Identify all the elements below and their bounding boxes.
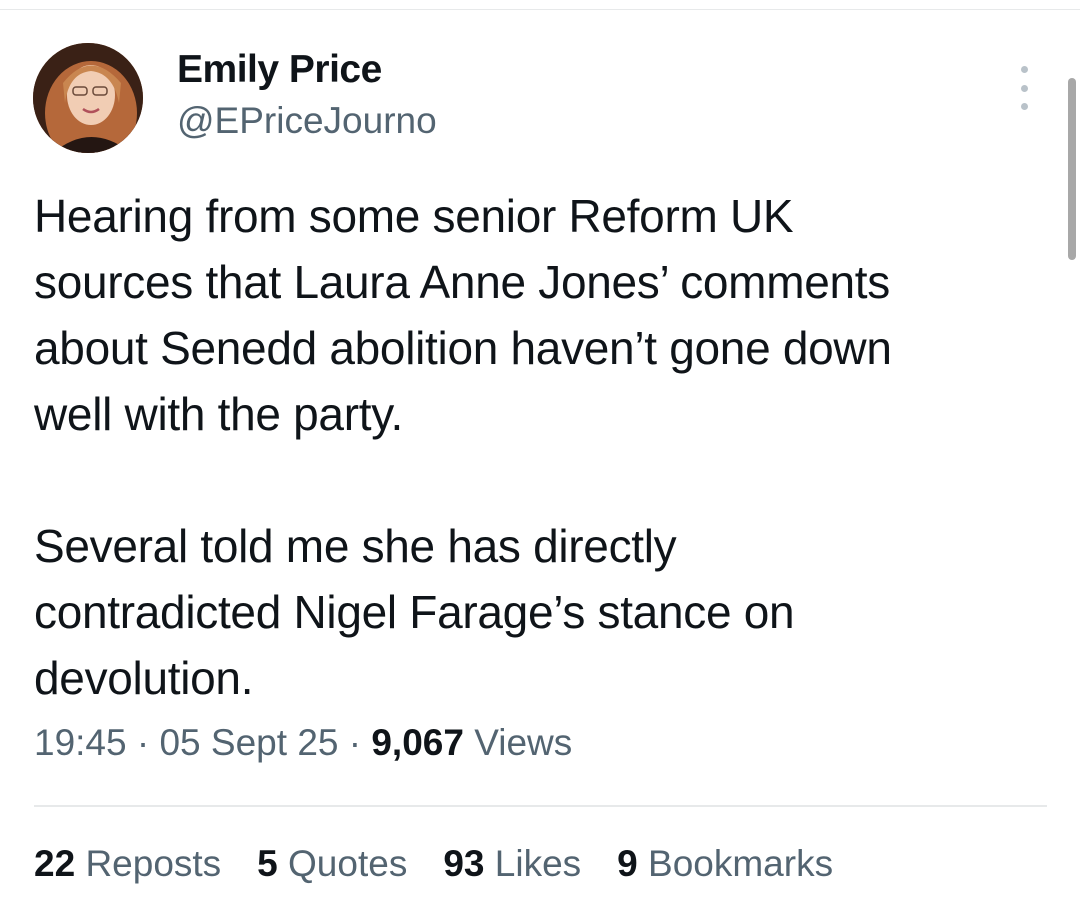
more-options-button[interactable] — [1010, 66, 1038, 110]
engagement-stats: 22 Reposts 5 Quotes 93 Likes 9 Bookmarks — [34, 843, 869, 885]
stats-divider — [34, 805, 1047, 807]
tweet-date[interactable]: 05 Sept 25 — [159, 722, 338, 763]
meta-separator: · — [348, 722, 362, 763]
reposts-count: 22 — [34, 843, 76, 884]
likes-label: Likes — [494, 843, 582, 884]
bookmarks-count: 9 — [617, 843, 638, 884]
author-display-name[interactable]: Emily Price — [177, 48, 382, 92]
reposts-label: Reposts — [85, 843, 222, 884]
avatar[interactable] — [33, 43, 143, 153]
author-handle[interactable]: @EPriceJourno — [177, 100, 437, 142]
more-vertical-icon-dot-2 — [1020, 84, 1028, 92]
likes-count: 93 — [443, 843, 485, 884]
avatar-image — [33, 43, 143, 153]
quotes-stat[interactable]: 5 Quotes — [257, 843, 407, 885]
tweet-time[interactable]: 19:45 — [34, 722, 127, 763]
quotes-count: 5 — [257, 843, 278, 884]
bookmarks-stat[interactable]: 9 Bookmarks — [617, 843, 833, 885]
tweet-meta: 19:45 · 05 Sept 25 · 9,067 Views — [34, 722, 572, 764]
bookmarks-label: Bookmarks — [648, 843, 834, 884]
views-label: Views — [474, 722, 573, 763]
more-vertical-icon-dot-3 — [1020, 103, 1028, 110]
top-divider — [0, 9, 1080, 10]
scrollbar-thumb[interactable] — [1068, 78, 1076, 260]
meta-separator: · — [136, 722, 150, 763]
quotes-label: Quotes — [288, 843, 408, 884]
likes-stat[interactable]: 93 Likes — [443, 843, 581, 885]
reposts-stat[interactable]: 22 Reposts — [34, 843, 221, 885]
tweet-text: Hearing from some senior Reform UK sourc… — [34, 190, 892, 704]
views-count: 9,067 — [371, 722, 464, 763]
more-vertical-icon — [1020, 66, 1028, 73]
